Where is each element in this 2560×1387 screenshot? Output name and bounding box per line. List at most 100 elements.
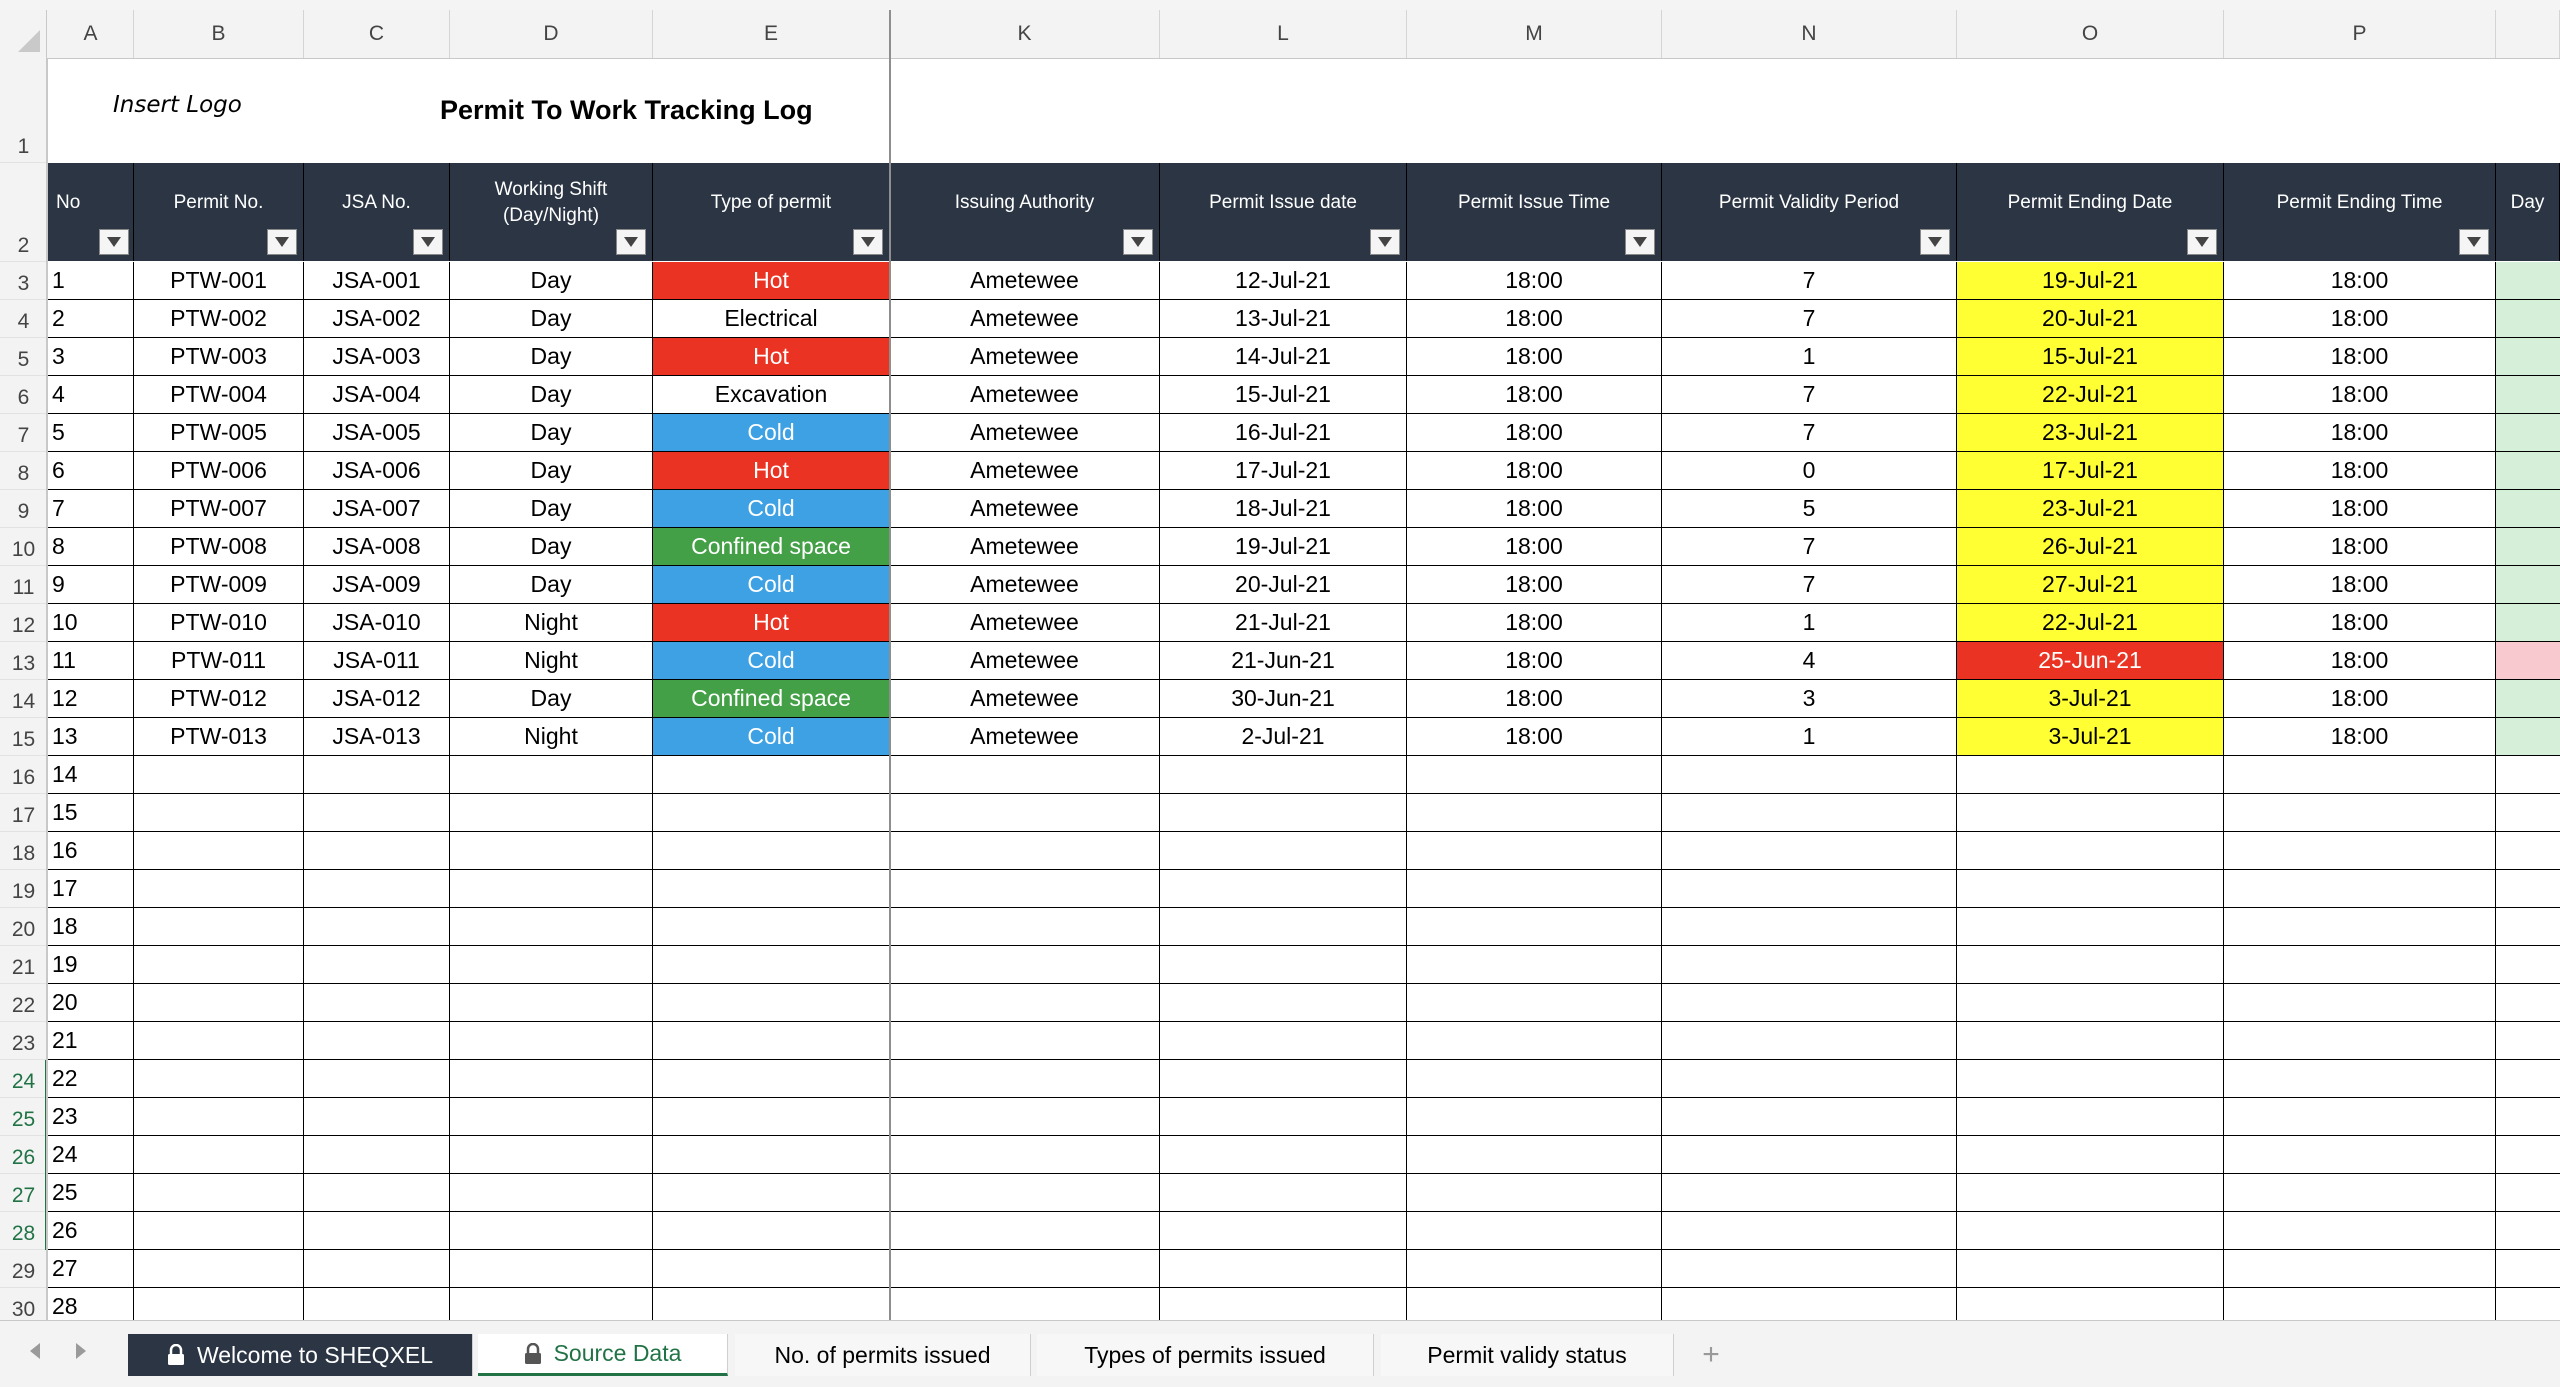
issuing-authority-cell[interactable]: Ametewee <box>890 262 1160 300</box>
row-number-cell[interactable]: 2 <box>48 300 134 338</box>
ending-time-cell[interactable]: 18:00 <box>2224 566 2496 604</box>
shift-cell[interactable] <box>450 756 653 794</box>
issue-date-cell[interactable] <box>1160 1250 1407 1288</box>
ending-time-cell[interactable] <box>2224 946 2496 984</box>
issue-time-cell[interactable] <box>1407 1250 1662 1288</box>
permit-number-cell[interactable] <box>134 1136 304 1174</box>
issue-time-cell[interactable] <box>1407 1212 1662 1250</box>
column-header-n[interactable]: N <box>1662 10 1957 58</box>
sheet-tab-1[interactable]: Source Data <box>478 1334 728 1376</box>
filter-dropdown-button[interactable] <box>616 229 646 255</box>
validity-period-cell[interactable]: 7 <box>1662 300 1957 338</box>
validity-period-cell[interactable]: 5 <box>1662 490 1957 528</box>
issue-time-cell[interactable] <box>1407 908 1662 946</box>
permit-number-cell[interactable] <box>134 832 304 870</box>
row-header-25[interactable]: 25 <box>0 1098 47 1136</box>
shift-cell[interactable]: Night <box>450 642 653 680</box>
status-cell[interactable] <box>2496 756 2560 794</box>
permit-number-cell[interactable]: PTW-003 <box>134 338 304 376</box>
validity-period-cell[interactable]: 1 <box>1662 338 1957 376</box>
shift-cell[interactable] <box>450 1022 653 1060</box>
jsa-number-cell[interactable]: JSA-005 <box>304 414 450 452</box>
row-header-1[interactable]: 1 <box>0 58 47 163</box>
row-number-cell[interactable]: 3 <box>48 338 134 376</box>
issue-date-cell[interactable]: 13-Jul-21 <box>1160 300 1407 338</box>
issuing-authority-cell[interactable] <box>890 1098 1160 1136</box>
permit-number-cell[interactable] <box>134 1098 304 1136</box>
issue-date-cell[interactable] <box>1160 908 1407 946</box>
row-number-cell[interactable]: 21 <box>48 1022 134 1060</box>
issue-date-cell[interactable]: 19-Jul-21 <box>1160 528 1407 566</box>
issuing-authority-cell[interactable] <box>890 1288 1160 1320</box>
status-cell[interactable] <box>2496 680 2560 718</box>
ending-date-cell[interactable] <box>1957 1250 2224 1288</box>
issue-date-cell[interactable] <box>1160 870 1407 908</box>
permit-number-cell[interactable] <box>134 1060 304 1098</box>
next-sheet-button[interactable] <box>68 1336 94 1366</box>
validity-period-cell[interactable] <box>1662 1136 1957 1174</box>
permit-type-cell[interactable] <box>653 1098 890 1136</box>
issue-date-cell[interactable]: 15-Jul-21 <box>1160 376 1407 414</box>
sheet-tab-2[interactable]: No. of permits issued <box>735 1334 1031 1376</box>
issue-date-cell[interactable]: 14-Jul-21 <box>1160 338 1407 376</box>
validity-period-cell[interactable]: 7 <box>1662 528 1957 566</box>
jsa-number-cell[interactable] <box>304 1288 450 1320</box>
ending-date-cell[interactable] <box>1957 832 2224 870</box>
issuing-authority-cell[interactable] <box>890 794 1160 832</box>
ending-date-cell[interactable]: 19-Jul-21 <box>1957 262 2224 300</box>
jsa-number-cell[interactable] <box>304 1060 450 1098</box>
ending-time-cell[interactable]: 18:00 <box>2224 642 2496 680</box>
row-number-cell[interactable]: 24 <box>48 1136 134 1174</box>
permit-number-cell[interactable] <box>134 946 304 984</box>
row-header-9[interactable]: 9 <box>0 490 47 528</box>
permit-number-cell[interactable]: PTW-008 <box>134 528 304 566</box>
jsa-number-cell[interactable] <box>304 1022 450 1060</box>
prev-sheet-button[interactable] <box>22 1336 48 1366</box>
ending-date-cell[interactable] <box>1957 1174 2224 1212</box>
row-header-7[interactable]: 7 <box>0 414 47 452</box>
validity-period-cell[interactable]: 7 <box>1662 414 1957 452</box>
issuing-authority-cell[interactable] <box>890 1250 1160 1288</box>
jsa-number-cell[interactable]: JSA-008 <box>304 528 450 566</box>
issuing-authority-cell[interactable] <box>890 1136 1160 1174</box>
row-number-cell[interactable]: 28 <box>48 1288 134 1320</box>
row-number-cell[interactable]: 26 <box>48 1212 134 1250</box>
status-cell[interactable] <box>2496 262 2560 300</box>
issuing-authority-cell[interactable]: Ametewee <box>890 452 1160 490</box>
permit-number-cell[interactable]: PTW-001 <box>134 262 304 300</box>
issuing-authority-cell[interactable]: Ametewee <box>890 300 1160 338</box>
validity-period-cell[interactable]: 3 <box>1662 680 1957 718</box>
row-header-20[interactable]: 20 <box>0 908 47 946</box>
status-cell[interactable] <box>2496 414 2560 452</box>
issue-date-cell[interactable]: 20-Jul-21 <box>1160 566 1407 604</box>
shift-cell[interactable] <box>450 1098 653 1136</box>
permit-type-cell[interactable]: Cold <box>653 490 890 528</box>
jsa-number-cell[interactable] <box>304 1250 450 1288</box>
ending-time-cell[interactable] <box>2224 1136 2496 1174</box>
status-cell[interactable] <box>2496 1136 2560 1174</box>
row-number-cell[interactable]: 25 <box>48 1174 134 1212</box>
row-header-16[interactable]: 16 <box>0 756 47 794</box>
permit-number-cell[interactable]: PTW-004 <box>134 376 304 414</box>
issuing-authority-cell[interactable]: Ametewee <box>890 718 1160 756</box>
row-header-5[interactable]: 5 <box>0 338 47 376</box>
status-cell[interactable] <box>2496 642 2560 680</box>
validity-period-cell[interactable] <box>1662 794 1957 832</box>
row-header-8[interactable]: 8 <box>0 452 47 490</box>
ending-date-cell[interactable] <box>1957 1212 2224 1250</box>
jsa-number-cell[interactable] <box>304 908 450 946</box>
row-number-cell[interactable]: 1 <box>48 262 134 300</box>
issue-date-cell[interactable] <box>1160 756 1407 794</box>
issuing-authority-cell[interactable]: Ametewee <box>890 414 1160 452</box>
issuing-authority-cell[interactable] <box>890 1022 1160 1060</box>
row-number-cell[interactable]: 7 <box>48 490 134 528</box>
ending-time-cell[interactable]: 18:00 <box>2224 338 2496 376</box>
row-number-cell[interactable]: 16 <box>48 832 134 870</box>
issue-time-cell[interactable]: 18:00 <box>1407 718 1662 756</box>
issue-date-cell[interactable] <box>1160 1098 1407 1136</box>
status-cell[interactable] <box>2496 1098 2560 1136</box>
permit-type-cell[interactable]: Cold <box>653 414 890 452</box>
permit-number-cell[interactable]: PTW-005 <box>134 414 304 452</box>
issue-time-cell[interactable] <box>1407 1098 1662 1136</box>
issue-time-cell[interactable]: 18:00 <box>1407 490 1662 528</box>
